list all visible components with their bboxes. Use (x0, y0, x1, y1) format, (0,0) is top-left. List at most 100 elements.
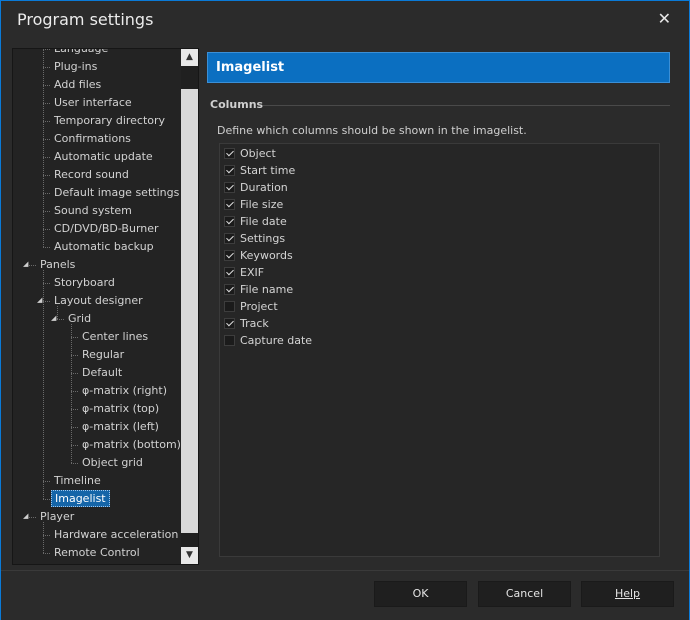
tree-item[interactable]: φ-matrix (bottom) (79, 436, 184, 454)
tree-item[interactable]: φ-matrix (right) (79, 382, 170, 400)
tree-item[interactable]: Language (51, 48, 111, 58)
tree-item-label: Automatic backup (54, 240, 154, 253)
tree-item[interactable]: Imagelist (51, 490, 110, 508)
column-label: EXIF (240, 266, 265, 279)
tree-item[interactable]: Center lines (79, 328, 151, 346)
tree-connector (43, 247, 50, 248)
tree-item[interactable]: Regular (79, 346, 127, 364)
tree-item-label: CD/DVD/BD-Burner (54, 222, 159, 235)
chevron-up-icon[interactable]: ▲ (181, 49, 198, 66)
checkbox-unchecked[interactable] (224, 335, 235, 346)
tree-item-label: Automatic update (54, 150, 153, 163)
tree-connector (43, 553, 50, 554)
ok-button[interactable]: OK (374, 581, 467, 607)
tree-item-label: Regular (82, 348, 125, 361)
tree-connector (43, 175, 50, 176)
tree-item[interactable]: Plug-ins (51, 58, 100, 76)
tree-connector (71, 337, 78, 338)
checkbox-checked[interactable] (224, 165, 235, 176)
tree-item-label: Temporary directory (54, 114, 166, 127)
tree-connector (43, 283, 50, 284)
tree-item-label: Plug-ins (54, 60, 98, 73)
tree-item[interactable]: Temporary directory (51, 112, 168, 130)
tree-connector (43, 193, 50, 194)
checkbox-checked[interactable] (224, 233, 235, 244)
tree-connector (43, 49, 50, 50)
tree-item-label: Remote Control (54, 546, 140, 559)
column-label: Keywords (240, 249, 293, 262)
tree-item[interactable]: Confirmations (51, 130, 134, 148)
tree-item[interactable]: Default image settings (51, 184, 182, 202)
section-header: Imagelist (207, 52, 670, 83)
scrollbar-thumb[interactable] (181, 89, 198, 533)
checkbox-checked[interactable] (224, 284, 235, 295)
chevron-down-icon[interactable]: ▼ (181, 547, 198, 564)
tree-scrollbar[interactable]: ▲ ▼ (181, 49, 198, 564)
tree-item[interactable]: Layout designer (51, 292, 146, 310)
tree-item-label: Language (54, 48, 109, 55)
cancel-button[interactable]: Cancel (478, 581, 571, 607)
tree-item-label: User interface (54, 96, 132, 109)
help-button[interactable]: Help (581, 581, 674, 607)
checkbox-checked[interactable] (224, 199, 235, 210)
tree-item-label: Object grid (82, 456, 143, 469)
settings-tree: Language Plug-ins Add files User interface T… (12, 48, 199, 565)
tree-connector (43, 139, 50, 140)
tree-item-label: Record sound (54, 168, 129, 181)
tree-item[interactable]: Automatic update (51, 148, 156, 166)
tree-item-label: Storyboard (54, 276, 115, 289)
tree-connector (43, 481, 50, 482)
tree-item[interactable]: φ-matrix (top) (79, 400, 162, 418)
tree-item[interactable]: Hardware acceleration (51, 526, 181, 544)
tree-item-label: φ-matrix (right) (82, 384, 168, 397)
triangle-expanded-icon[interactable]: ◢ (23, 260, 31, 268)
tree-connector (43, 157, 50, 158)
tree-connector (71, 391, 78, 392)
checkbox-checked[interactable] (224, 318, 235, 329)
tree-item-label: Layout designer (54, 294, 143, 307)
column-label: Capture date (240, 334, 313, 347)
tree-connector (43, 211, 50, 212)
tree-item[interactable]: Remote Control (51, 544, 143, 562)
column-label: Track (240, 317, 269, 330)
tree-item[interactable]: Automatic backup (51, 238, 157, 256)
tree-connector (71, 355, 78, 356)
tree-item[interactable]: Sound system (51, 202, 135, 220)
tree-connector (71, 409, 78, 410)
tree-item[interactable]: Object grid (79, 454, 146, 472)
tree-guide-line (43, 522, 44, 553)
triangle-expanded-icon[interactable]: ◢ (23, 512, 31, 520)
column-label: Duration (240, 181, 288, 194)
column-label: File size (240, 198, 284, 211)
tree-item[interactable]: φ-matrix (left) (79, 418, 162, 436)
columns-group-title: Columns (210, 98, 264, 111)
checkbox-checked[interactable] (224, 250, 235, 261)
column-label: File name (240, 283, 294, 296)
tree-item[interactable]: Storyboard (51, 274, 118, 292)
tree-connector (71, 373, 78, 374)
tree-connector (43, 121, 50, 122)
checkbox-checked[interactable] (224, 267, 235, 278)
checkbox-unchecked[interactable] (224, 301, 235, 312)
checkbox-checked[interactable] (224, 216, 235, 227)
tree-item[interactable]: CD/DVD/BD-Burner (51, 220, 162, 238)
tree-connector (71, 427, 78, 428)
columns-checklist: Object Start time Duration File size File da… (219, 143, 660, 557)
tree-item-label: Add files (54, 78, 102, 91)
tree-connector (71, 445, 78, 446)
tree-item[interactable]: Add files (51, 76, 104, 94)
section-header-title: Imagelist (216, 60, 285, 75)
column-label: Project (240, 300, 278, 313)
tree-item[interactable]: Record sound (51, 166, 132, 184)
tree-item[interactable]: Default (79, 364, 125, 382)
tree-item[interactable]: User interface (51, 94, 135, 112)
checkbox-checked[interactable] (224, 182, 235, 193)
close-icon[interactable]: ✕ (658, 9, 671, 28)
tree-item[interactable]: Grid (65, 310, 94, 328)
checkbox-checked[interactable] (224, 148, 235, 159)
tree-connector (71, 463, 78, 464)
tree-item[interactable]: Timeline (51, 472, 104, 490)
columns-description: Define which columns should be shown in … (217, 124, 527, 137)
tree-item-label: Default (82, 366, 123, 379)
tree-item-label: Confirmations (54, 132, 131, 145)
